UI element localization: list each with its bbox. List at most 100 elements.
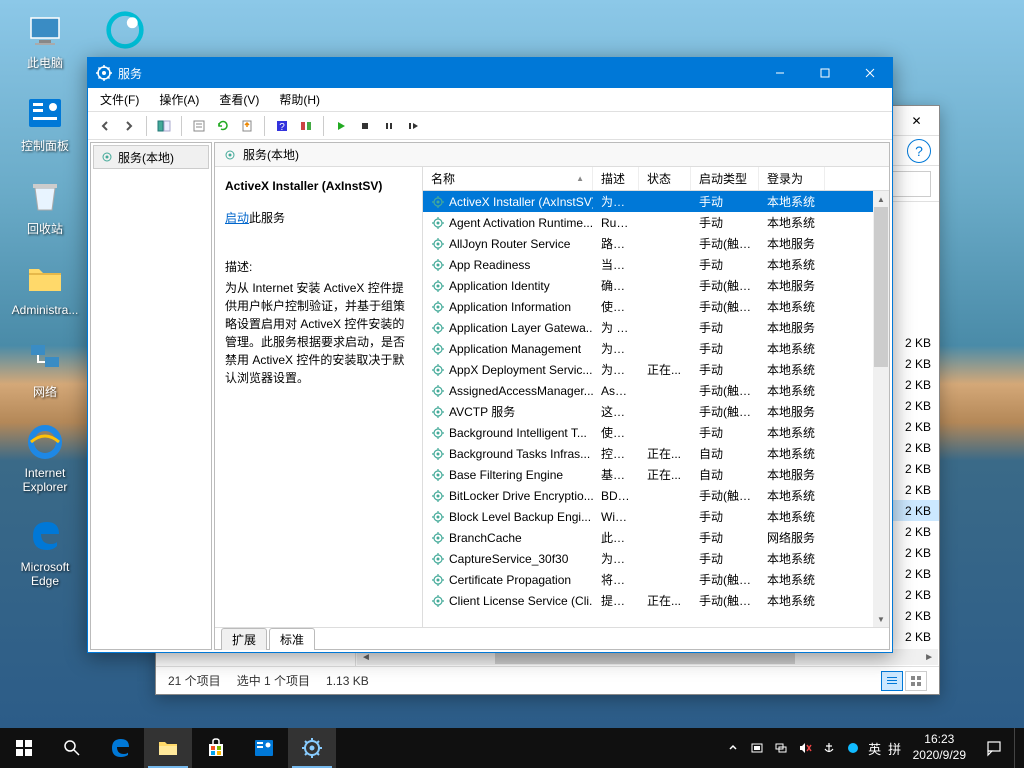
help-button[interactable]: ? [271, 115, 293, 137]
tree-item-services-local[interactable]: 服务(本地) [93, 145, 209, 169]
back-button[interactable] [94, 115, 116, 137]
vertical-scrollbar[interactable]: ▲ ▼ [873, 191, 889, 627]
forward-button[interactable] [118, 115, 140, 137]
tab-standard[interactable]: 标准 [269, 628, 315, 650]
taskbar-control-panel[interactable] [240, 728, 288, 768]
pause-service-button[interactable] [378, 115, 400, 137]
details-view-button[interactable] [881, 671, 903, 691]
tree-panel[interactable]: 服务(本地) [90, 142, 212, 650]
service-row[interactable]: Certificate Propagation将用...手动(触发...本地系统 [423, 569, 873, 590]
cell-startup: 手动(触发... [691, 487, 759, 504]
menu-action[interactable]: 操作(A) [155, 89, 203, 110]
service-row[interactable]: AssignedAccessManager...Assi...手动(触发...本… [423, 380, 873, 401]
services-titlebar[interactable]: 服务 [88, 58, 892, 88]
column-startup[interactable]: 启动类型 [691, 167, 759, 190]
show-desktop-button[interactable] [1014, 728, 1020, 768]
maximize-button[interactable] [802, 58, 847, 88]
restart-service-button[interactable] [402, 115, 424, 137]
service-row[interactable]: Base Filtering Engine基本...正在...自动本地服务 [423, 464, 873, 485]
icons-view-button[interactable] [905, 671, 927, 691]
service-row[interactable]: Client License Service (Cli...提供...正在...… [423, 590, 873, 611]
cell-status: 正在... [639, 466, 691, 483]
service-row[interactable]: Background Tasks Infras...控制...正在...自动本地… [423, 443, 873, 464]
column-name[interactable]: 名称▲ [423, 167, 593, 190]
tray-volume-icon[interactable] [793, 728, 817, 768]
taskbar-clock[interactable]: 16:23 2020/9/29 [905, 732, 974, 763]
scroll-up-arrow[interactable]: ▲ [873, 191, 889, 207]
action-button[interactable] [295, 115, 317, 137]
desktop-icon-control-panel[interactable]: 控制面板 [10, 93, 80, 154]
tray-overflow[interactable] [721, 728, 745, 768]
tray-network-icon[interactable] [769, 728, 793, 768]
taskbar-explorer[interactable] [144, 728, 192, 768]
scroll-down-arrow[interactable]: ▼ [873, 611, 889, 627]
service-row[interactable]: Application Information使用...手动(触发...本地系统 [423, 296, 873, 317]
tray-ime-lang[interactable]: 英 [865, 728, 885, 768]
desktop-icon-admin-folder[interactable]: Administra... [10, 259, 80, 317]
cell-logon: 本地系统 [759, 487, 825, 504]
desktop-icon-this-pc[interactable]: 此电脑 [10, 10, 80, 71]
service-row[interactable]: Background Intelligent T...使用...手动本地系统 [423, 422, 873, 443]
service-row[interactable]: AVCTP 服务这是...手动(触发...本地服务 [423, 401, 873, 422]
desktop-icon-recycle-bin[interactable]: 回收站 [10, 176, 80, 237]
desktop-icon-ie[interactable]: Internet Explorer [10, 422, 80, 494]
taskbar-store[interactable] [192, 728, 240, 768]
service-row[interactable]: Block Level Backup Engi...Win...手动本地系统 [423, 506, 873, 527]
cell-desc: 确定... [593, 277, 639, 294]
service-row[interactable]: CaptureService_30f30为调...手动本地系统 [423, 548, 873, 569]
column-status[interactable]: 状态 [639, 167, 691, 190]
scrollbar-track[interactable] [873, 207, 889, 611]
service-row[interactable]: ActiveX Installer (AxInstSV)为从 ...手动本地系统 [423, 191, 873, 212]
view-mode-buttons [881, 671, 927, 691]
desktop-icon-network[interactable]: 网络 [10, 339, 80, 400]
close-button[interactable]: ✕ [894, 106, 939, 136]
column-desc[interactable]: 描述 [593, 167, 639, 190]
service-row[interactable]: Application Identity确定...手动(触发...本地服务 [423, 275, 873, 296]
service-row[interactable]: Application Management为通...手动本地系统 [423, 338, 873, 359]
stop-service-button[interactable] [354, 115, 376, 137]
start-button[interactable] [0, 728, 48, 768]
services-window[interactable]: 服务 文件(F) 操作(A) 查看(V) 帮助(H) ? 服务(本地) [87, 57, 893, 653]
scroll-left-arrow[interactable]: ◄ [357, 652, 375, 663]
menu-help[interactable]: 帮助(H) [275, 89, 324, 110]
service-row[interactable]: Application Layer Gatewa...为 In...手动本地服务 [423, 317, 873, 338]
tray-security-icon[interactable] [745, 728, 769, 768]
show-hide-tree-button[interactable] [153, 115, 175, 137]
service-row[interactable]: BranchCache此服...手动网络服务 [423, 527, 873, 548]
minimize-button[interactable] [757, 58, 802, 88]
description-label: 描述: [225, 258, 412, 275]
close-button[interactable] [847, 58, 892, 88]
start-link[interactable]: 启动 [225, 211, 249, 225]
tray-app-icon[interactable] [841, 728, 865, 768]
service-row[interactable]: BitLocker Drive Encryptio...BDE...手动(触发.… [423, 485, 873, 506]
service-row[interactable]: AppX Deployment Servic...为部...正在...手动本地系… [423, 359, 873, 380]
desktop-icon-edge[interactable]: Microsoft Edge [10, 516, 80, 588]
column-headers: 名称▲ 描述 状态 启动类型 登录为 [423, 167, 889, 191]
menu-view[interactable]: 查看(V) [215, 89, 263, 110]
tray-ime-icon[interactable] [817, 728, 841, 768]
column-logon[interactable]: 登录为 [759, 167, 825, 190]
tab-extended[interactable]: 扩展 [221, 628, 267, 650]
export-button[interactable] [236, 115, 258, 137]
scrollbar-thumb[interactable] [874, 207, 888, 367]
service-row[interactable]: Agent Activation Runtime...Runt...手动本地系统 [423, 212, 873, 233]
refresh-button[interactable] [212, 115, 234, 137]
taskbar-edge[interactable] [96, 728, 144, 768]
notifications-button[interactable] [974, 728, 1014, 768]
cell-name: Certificate Propagation [423, 573, 593, 587]
scroll-right-arrow[interactable]: ► [920, 652, 938, 663]
start-service-button[interactable] [330, 115, 352, 137]
taskbar-services[interactable] [288, 728, 336, 768]
desktop-icon-browser[interactable] [90, 10, 160, 50]
service-row[interactable]: AllJoyn Router Service路由...手动(触发...本地服务 [423, 233, 873, 254]
service-row[interactable]: App Readiness当用...手动本地系统 [423, 254, 873, 275]
help-button[interactable]: ? [907, 139, 931, 163]
cell-logon: 本地服务 [759, 235, 825, 252]
cell-desc: 为调... [593, 550, 639, 567]
tray-ime-mode[interactable]: 拼 [885, 728, 905, 768]
menu-file[interactable]: 文件(F) [96, 89, 143, 110]
service-list[interactable]: ActiveX Installer (AxInstSV)为从 ...手动本地系统… [423, 191, 873, 627]
search-button[interactable] [48, 728, 96, 768]
properties-button[interactable] [188, 115, 210, 137]
file-size: 2 KB [891, 525, 931, 539]
